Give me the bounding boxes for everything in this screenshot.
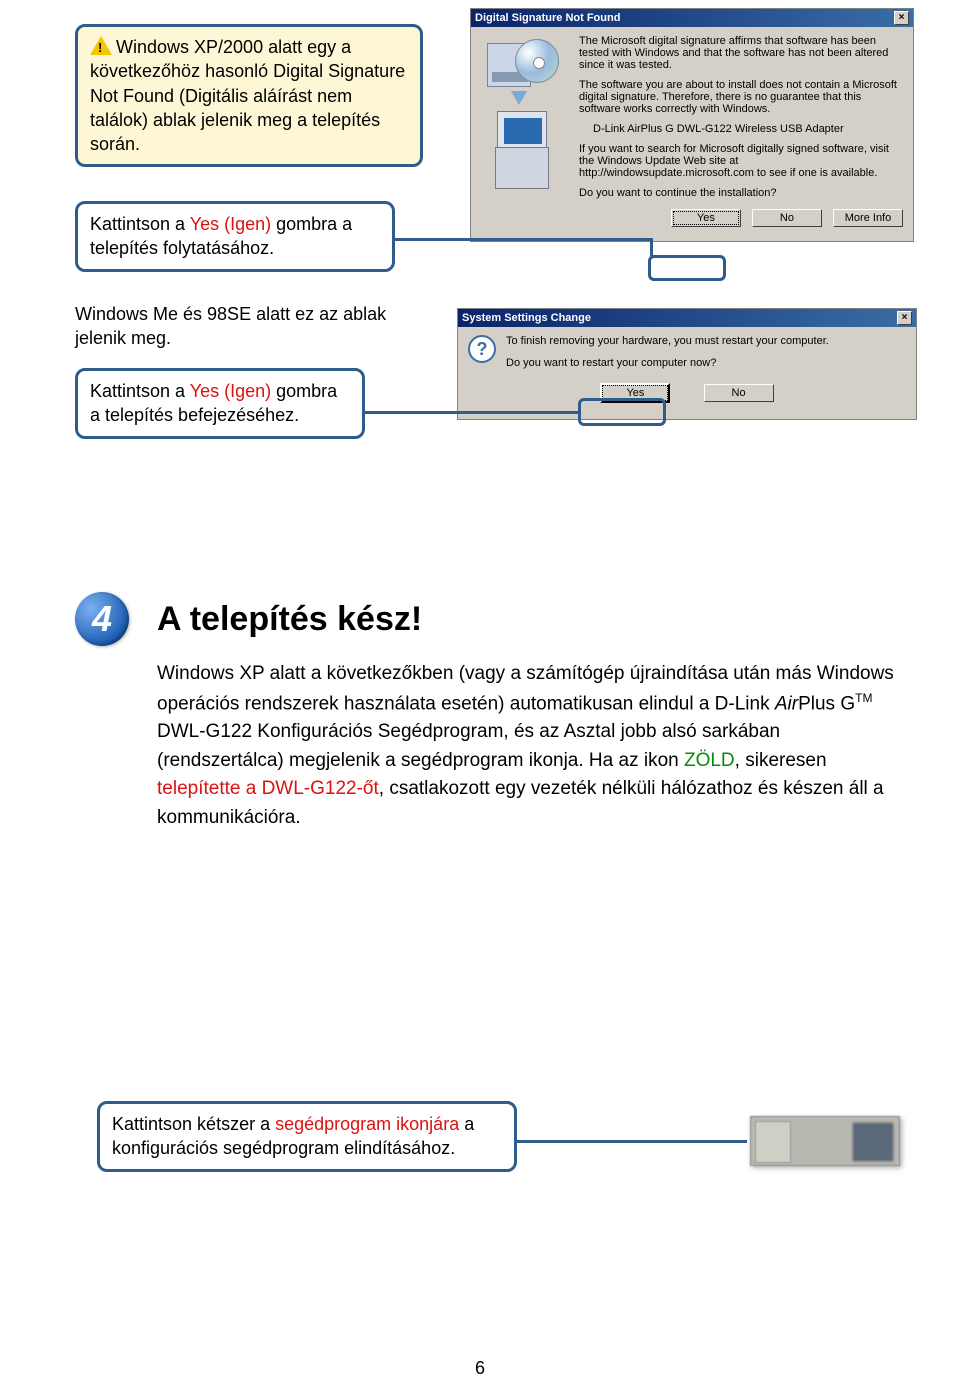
utility-icon[interactable]	[853, 1123, 893, 1161]
step4-title: A telepítés kész!	[157, 600, 422, 639]
dialog1-p3: If you want to search for Microsoft digi…	[579, 143, 903, 179]
dialog-signature-not-found: Digital Signature Not Found × The Micros…	[470, 8, 914, 242]
dialog1-p1: The Microsoft digital signature affirms …	[579, 35, 903, 71]
callout-click-yes-finish: Kattintson a Yes (Igen) gombra a telepít…	[75, 368, 365, 439]
dialog1-graphic	[481, 35, 571, 225]
step4-body: Windows XP alatt a következőkben (vagy a…	[157, 660, 897, 832]
monitor-icon	[497, 111, 547, 151]
close-icon[interactable]: ×	[897, 311, 912, 325]
connector-line	[517, 1140, 747, 1143]
callout-click-yes-continue: Kattintson a Yes (Igen) gombra a telepít…	[75, 201, 395, 272]
connector-line	[365, 411, 580, 414]
dialog1-question: Do you want to continue the installation…	[579, 187, 903, 199]
dialog1-p2: The software you are about to install do…	[579, 79, 903, 115]
arrow-down-icon	[511, 91, 527, 105]
tray-slot	[755, 1121, 791, 1163]
dialog-system-settings-change: System Settings Change × ? To finish rem…	[457, 308, 917, 420]
yes-button[interactable]: Yes	[671, 209, 741, 227]
warning-icon	[90, 36, 112, 55]
callout3-yes: Yes (Igen)	[190, 381, 271, 401]
dialog2-title: System Settings Change	[462, 312, 591, 324]
callout2-a: Kattintson a	[90, 214, 190, 234]
page-number: 6	[0, 1358, 960, 1379]
document-page: Windows XP/2000 alatt egy a következőhöz…	[0, 0, 960, 1397]
computer-icon	[495, 147, 549, 189]
dialog2-p1: To finish removing your hardware, you mu…	[506, 335, 906, 347]
no-button[interactable]: No	[752, 209, 822, 227]
connector-line	[650, 238, 653, 256]
callout-warning: Windows XP/2000 alatt egy a következőhöz…	[75, 24, 423, 167]
section-step-4: 4 A telepítés kész! Windows XP alatt a k…	[75, 592, 900, 832]
callout4-a: Kattintson kétszer a	[112, 1114, 275, 1134]
callout2-yes: Yes (Igen)	[190, 214, 271, 234]
cd-icon	[515, 39, 559, 83]
connector-line	[395, 238, 650, 241]
question-icon: ?	[468, 335, 496, 363]
dialog1-title: Digital Signature Not Found	[475, 12, 620, 24]
callout-warning-text: Windows XP/2000 alatt egy a következőhöz…	[90, 37, 405, 154]
paragraph-me-98se: Windows Me és 98SE alatt ez az ablak jel…	[75, 302, 425, 351]
callout-doubleclick-tray: Kattintson kétszer a segédprogram ikonjá…	[97, 1101, 517, 1172]
dialog2-titlebar: System Settings Change ×	[458, 309, 916, 327]
dialog1-titlebar: Digital Signature Not Found ×	[471, 9, 913, 27]
highlight-yes-button-2	[578, 398, 666, 426]
highlight-yes-button-1	[648, 255, 726, 281]
dialog1-device: D-Link AirPlus G DWL-G122 Wireless USB A…	[593, 123, 903, 135]
step-number-badge: 4	[75, 592, 129, 646]
system-tray-screenshot	[750, 1116, 900, 1166]
more-info-button[interactable]: More Info	[833, 209, 903, 227]
callout3-a: Kattintson a	[90, 381, 190, 401]
callout4-red: segédprogram ikonjára	[275, 1114, 459, 1134]
no-button[interactable]: No	[704, 384, 774, 402]
dialog2-question: Do you want to restart your computer now…	[506, 357, 906, 369]
close-icon[interactable]: ×	[894, 11, 909, 25]
